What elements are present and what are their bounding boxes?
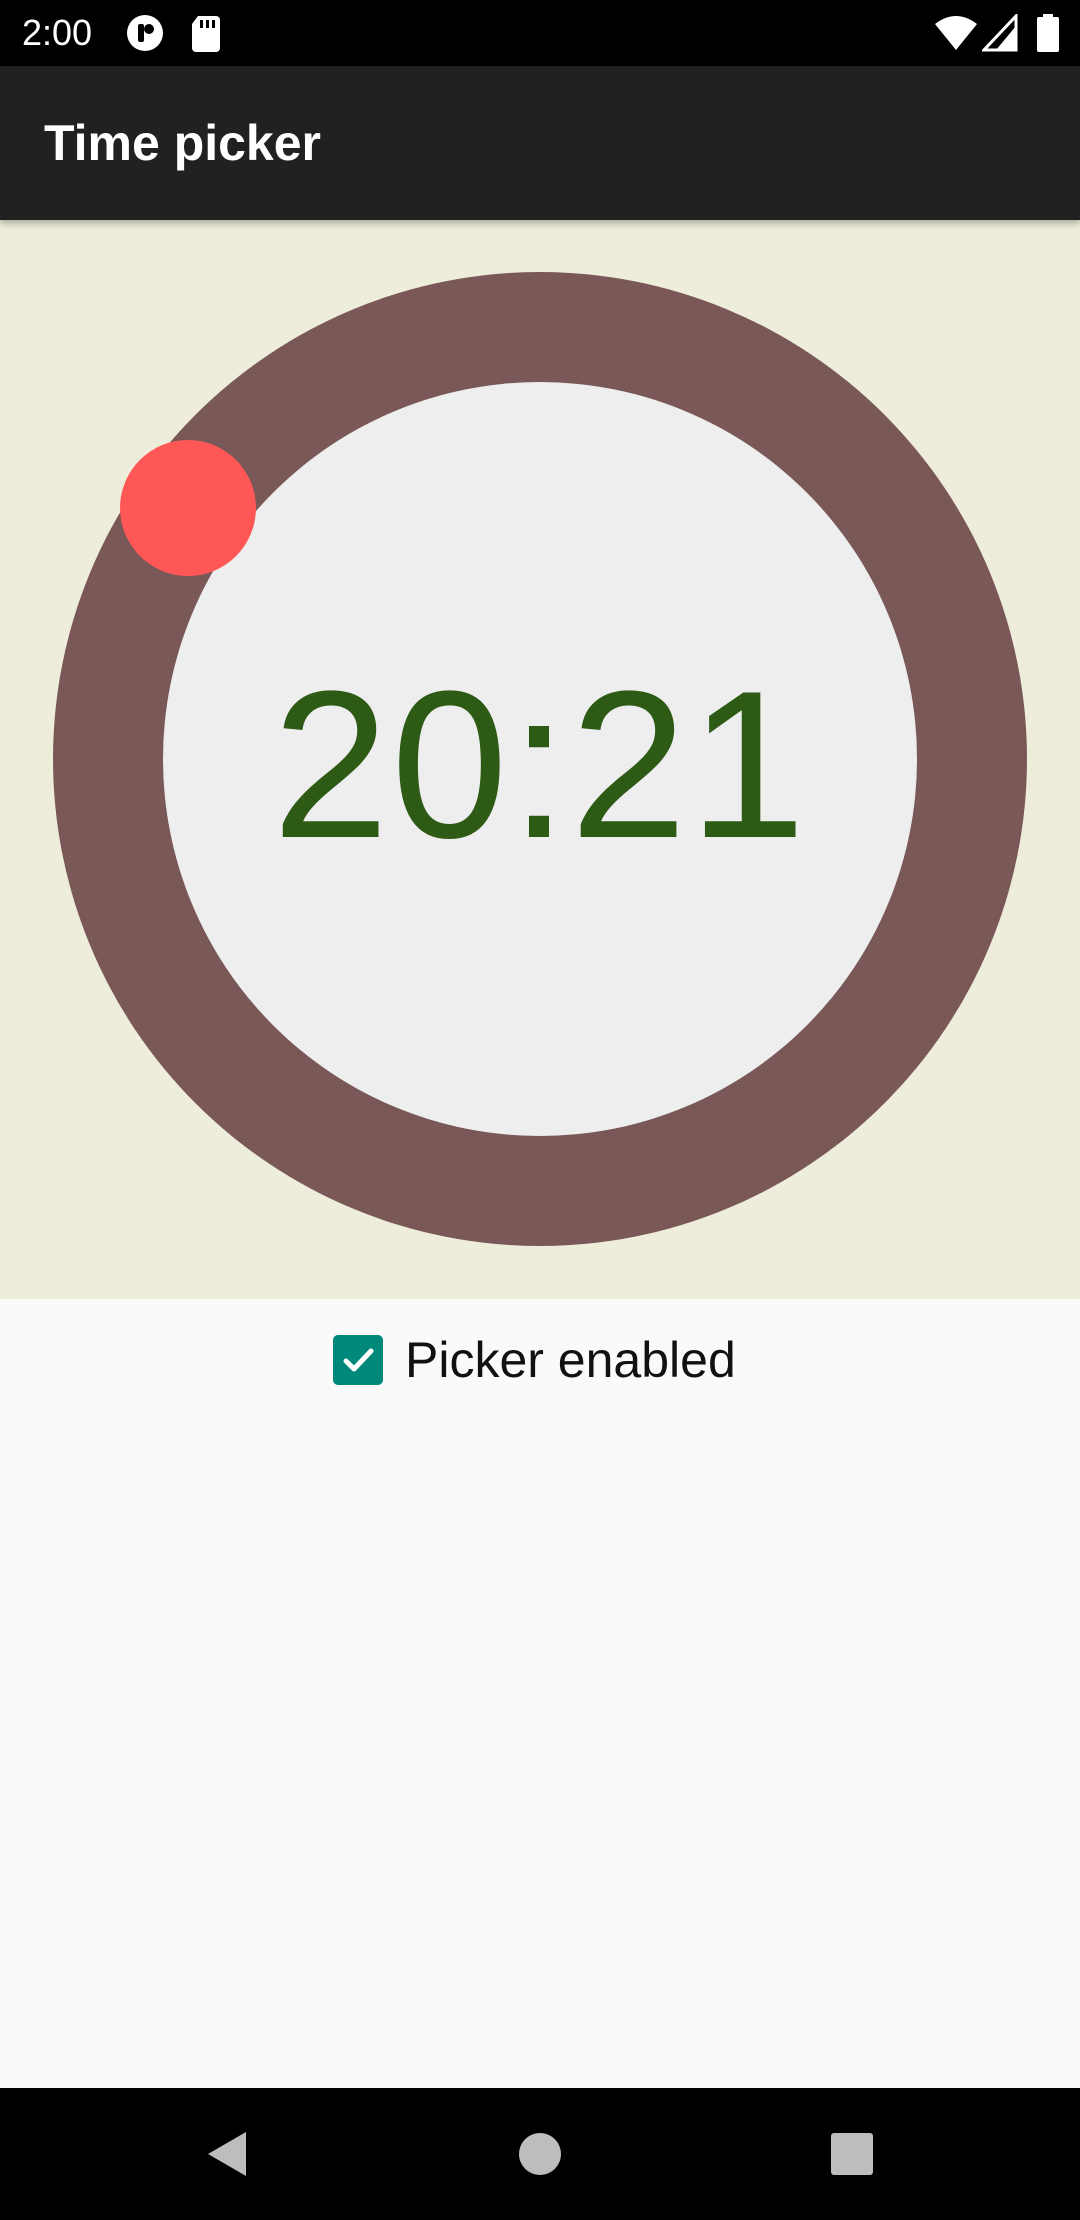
cell-signal-icon — [980, 12, 1018, 52]
back-icon[interactable] — [198, 2124, 258, 2184]
time-picker-area: 20:21 — [0, 220, 1080, 1299]
dial-handle[interactable] — [120, 440, 256, 576]
screen: 2:00 Time picker 20:21 Picker enabled — [0, 0, 1080, 2220]
recents-icon[interactable] — [822, 2124, 882, 2184]
checkbox-label: Picker enabled — [405, 1332, 736, 1388]
home-icon[interactable] — [510, 2124, 570, 2184]
checkbox-checked-icon[interactable] — [333, 1335, 383, 1385]
wifi-icon — [934, 14, 978, 52]
status-time: 2:00 — [22, 12, 93, 53]
sd-card-icon — [190, 14, 228, 52]
app-notification-icon — [126, 14, 164, 52]
app-title: Time picker — [44, 115, 322, 171]
navigation-bar — [0, 2088, 1080, 2220]
time-display: 20:21 — [272, 647, 808, 882]
picker-enabled-checkbox[interactable]: Picker enabled — [333, 1328, 736, 1392]
battery-icon — [1036, 14, 1060, 52]
status-bar: 2:00 — [0, 0, 1080, 66]
app-bar: Time picker — [0, 66, 1080, 220]
